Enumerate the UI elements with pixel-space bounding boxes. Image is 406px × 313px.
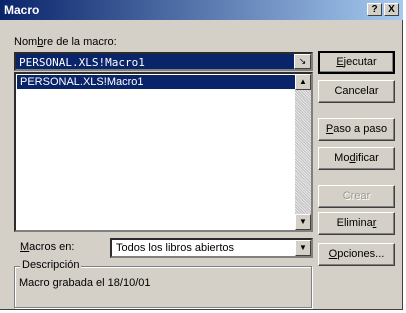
- step-into-button[interactable]: Paso a paso: [318, 118, 395, 141]
- list-item[interactable]: PERSONAL.XLS!Macro1: [17, 75, 297, 89]
- step-into-label: aso a paso: [333, 123, 388, 135]
- help-button[interactable]: ?: [367, 3, 382, 16]
- run-button[interactable]: Ejecutar: [318, 51, 395, 74]
- create-button[interactable]: Crear: [318, 185, 395, 208]
- macro-name-label: Nombre de la macro:: [14, 36, 117, 48]
- chevron-down-icon[interactable]: ▼: [295, 240, 311, 256]
- macro-name-value: PERSONAL.XLS!Macro1: [19, 56, 145, 69]
- run-accel: E: [336, 56, 344, 68]
- options-button[interactable]: Opciones...: [318, 243, 395, 266]
- macro-name-label-post: re de la macro:: [43, 36, 117, 48]
- scroll-down-icon[interactable]: ▼: [295, 214, 311, 230]
- edit-button[interactable]: Modificar: [318, 147, 395, 170]
- options-label: pciones...: [337, 248, 385, 260]
- macro-list[interactable]: PERSONAL.XLS!Macro1 ▲ ▼: [14, 72, 313, 232]
- macro-name-label-pre: Nom: [14, 36, 38, 48]
- delete-label-pre: Elimina: [336, 217, 373, 229]
- run-label: jecutar: [343, 56, 377, 68]
- macros-in-label: Macros en:: [20, 241, 74, 253]
- edit-label-pre: Mo: [334, 152, 350, 164]
- title-bar[interactable]: Macro ? X: [0, 0, 403, 20]
- macros-in-label-post: acros en:: [29, 241, 75, 253]
- scroll-up-icon[interactable]: ▲: [295, 74, 311, 90]
- description-text: Macro grabada el 18/10/01: [19, 277, 151, 289]
- delete-accel: r: [372, 217, 377, 229]
- options-accel: O: [328, 248, 338, 260]
- macros-in-select[interactable]: Todos los libros abiertos ▼: [110, 238, 313, 258]
- macros-in-value: Todos los libros abiertos: [116, 242, 235, 254]
- description-group: Descripción Macro grabada el 18/10/01: [14, 259, 312, 308]
- collapse-dialog-icon[interactable]: ↘: [294, 54, 311, 69]
- macro-list-scrollbar[interactable]: ▲ ▼: [295, 74, 311, 230]
- description-legend: Descripción: [20, 259, 82, 271]
- macro-name-input[interactable]: PERSONAL.XLS!Macro1 ↘: [14, 52, 313, 71]
- macro-dialog: Macro ? X Nombre de la macro: PERSONAL.X…: [0, 0, 403, 310]
- window-title: Macro: [4, 3, 40, 17]
- macros-in-label-accel: M: [20, 241, 30, 253]
- close-button[interactable]: X: [384, 3, 399, 16]
- delete-button[interactable]: Eliminar: [318, 212, 395, 235]
- edit-label-post: ificar: [355, 152, 379, 164]
- cancel-button[interactable]: Cancelar: [318, 80, 395, 103]
